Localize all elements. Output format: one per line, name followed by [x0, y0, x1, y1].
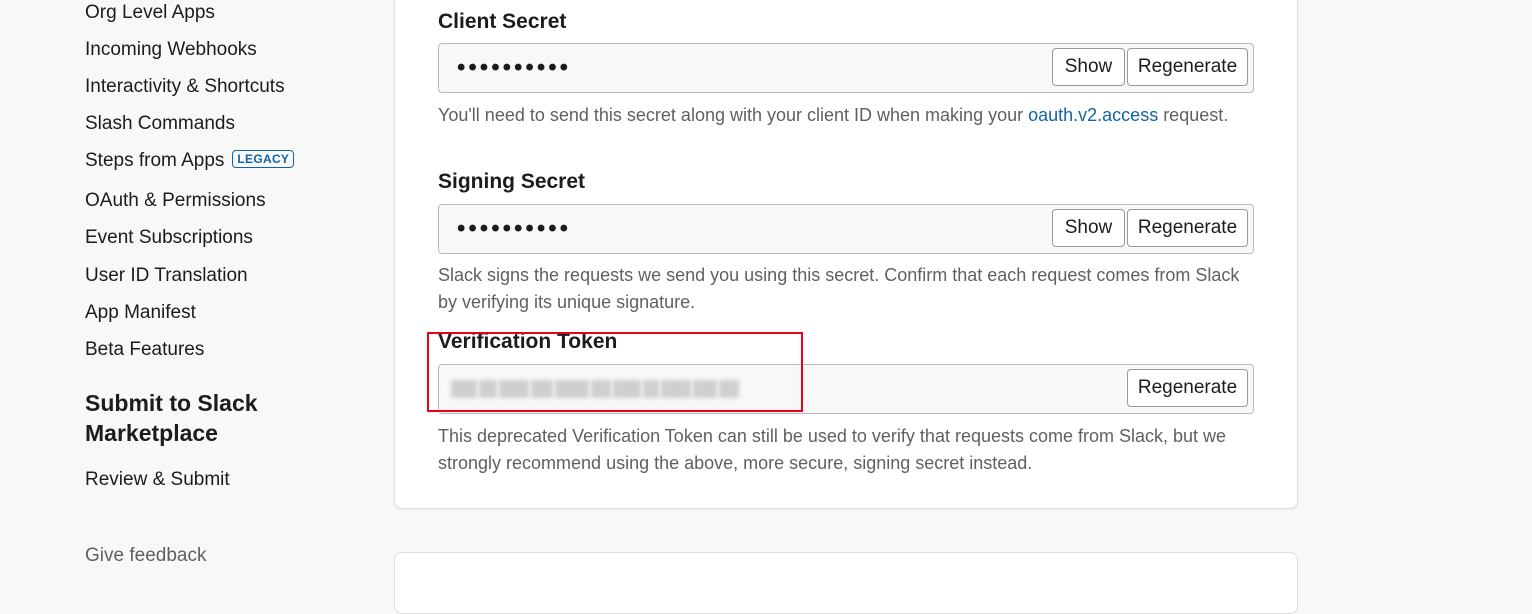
- client-secret-help-suffix: request.: [1158, 105, 1229, 125]
- sidebar-item-app-manifest[interactable]: App Manifest: [85, 302, 196, 324]
- signing-secret-show-button[interactable]: Show: [1052, 209, 1125, 247]
- sidebar-item-slash-commands[interactable]: Slash Commands: [85, 113, 235, 135]
- next-section-card: [394, 552, 1298, 614]
- sidebar-item-review-submit[interactable]: Review & Submit: [85, 469, 230, 491]
- legacy-badge: LEGACY: [232, 150, 295, 168]
- sidebar-item-org-level-apps[interactable]: Org Level Apps: [85, 2, 215, 24]
- signing-secret-help: Slack signs the requests we send you usi…: [438, 265, 1240, 312]
- sidebar-item-oauth-permissions[interactable]: OAuth & Permissions: [85, 190, 266, 212]
- verification-token-regenerate-button[interactable]: Regenerate: [1127, 369, 1248, 407]
- sidebar-section-title: Submit to Slack Marketplace: [85, 390, 258, 446]
- client-secret-show-button[interactable]: Show: [1052, 48, 1125, 86]
- sidebar-item-interactivity-shortcuts[interactable]: Interactivity & Shortcuts: [85, 76, 285, 98]
- sidebar-nav: Org Level Apps Incoming Webhooks Interac…: [0, 0, 380, 566]
- signing-secret-field: •••••••••• Show Regenerate: [438, 204, 1254, 254]
- sidebar-item-event-subscriptions[interactable]: Event Subscriptions: [85, 227, 253, 249]
- sidebar-item-incoming-webhooks[interactable]: Incoming Webhooks: [85, 39, 257, 61]
- sidebar-item-label: Steps from Apps: [85, 150, 225, 171]
- signing-secret-value: ••••••••••: [457, 215, 572, 242]
- client-secret-help-prefix: You'll need to send this secret along wi…: [438, 105, 1029, 125]
- highlight-annotation-box: [427, 332, 803, 412]
- client-secret-regenerate-button[interactable]: Regenerate: [1127, 48, 1248, 86]
- oauth-access-link[interactable]: oauth.v2.access: [1028, 105, 1158, 125]
- give-feedback-link[interactable]: Give feedback: [85, 545, 206, 567]
- signing-secret-regenerate-button[interactable]: Regenerate: [1127, 209, 1248, 247]
- verification-token-help: This deprecated Verification Token can s…: [438, 426, 1227, 473]
- client-secret-field: •••••••••• Show Regenerate: [438, 43, 1254, 93]
- signing-secret-label: Signing Secret: [438, 170, 586, 193]
- client-secret-value: ••••••••••: [457, 54, 572, 81]
- client-secret-help: You'll need to send this secret along wi…: [438, 102, 1258, 129]
- sidebar-item-steps-from-apps[interactable]: Steps from Apps LEGACY: [85, 150, 295, 172]
- sidebar-item-user-id-translation[interactable]: User ID Translation: [85, 265, 248, 287]
- client-secret-label: Client Secret: [438, 10, 567, 33]
- sidebar-item-beta-features[interactable]: Beta Features: [85, 339, 204, 361]
